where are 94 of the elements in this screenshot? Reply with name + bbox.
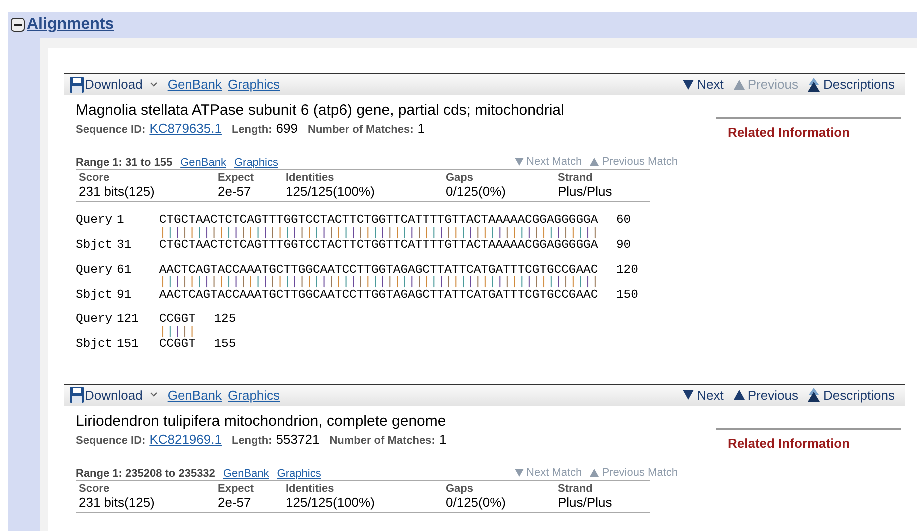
stat-header: Score bbox=[79, 482, 111, 494]
up-triangle-icon bbox=[734, 390, 745, 400]
info-value: 1 bbox=[418, 121, 425, 136]
stat-value: Plus/Plus bbox=[558, 494, 614, 510]
position-number: 155 bbox=[214, 338, 236, 350]
sequence-text: CCGGT bbox=[159, 313, 196, 326]
sequence-text: AACTCAGTACCAAATGCTTGGCAATCCTTGGTAGAGCTTATTCATGATTTCGTGCCGAAC bbox=[159, 288, 598, 301]
stat-value: 125/125(100%) bbox=[286, 184, 376, 199]
stat-value: 0/125(0%) bbox=[446, 184, 507, 199]
info-label: Number of Matches: bbox=[330, 434, 436, 446]
position-number: 120 bbox=[616, 264, 638, 276]
stat-header: Score bbox=[79, 172, 111, 184]
up-triangle-icon bbox=[734, 80, 745, 90]
download-menu[interactable]: Download bbox=[70, 76, 158, 92]
sequence-title: Liriodendron tulipifera mitochondrion, complete genome bbox=[76, 412, 448, 430]
stat-value: 231 bits(125) bbox=[79, 184, 156, 199]
info-label: Sequence ID: bbox=[76, 434, 146, 446]
sequence-id-link[interactable]: KC821969.1 bbox=[150, 432, 222, 446]
info-label: Length: bbox=[232, 124, 272, 136]
sequence-label: Sbjct bbox=[76, 288, 114, 301]
position-number: 90 bbox=[616, 239, 632, 252]
sequence-label: Sbjct bbox=[76, 239, 114, 252]
range-link[interactable]: Graphics bbox=[234, 157, 278, 169]
match-bars: |||||||||||||||||||||||||||||||||||||||||||||||||||||||||||| bbox=[159, 226, 600, 239]
stat-value: Plus/Plus bbox=[558, 184, 614, 199]
toolbar-link[interactable]: Graphics bbox=[228, 388, 280, 402]
position-number: 125 bbox=[214, 313, 236, 326]
down-triangle-icon bbox=[683, 80, 694, 90]
up-triangle-icon bbox=[590, 158, 600, 166]
info-value: 1 bbox=[439, 432, 447, 446]
download-menu[interactable]: Download bbox=[70, 387, 158, 403]
toolbar-link[interactable]: Graphics bbox=[228, 77, 280, 92]
range-label: Range 1: 235208 to 235332 bbox=[76, 468, 216, 480]
stat-value: 2e-57 bbox=[218, 494, 252, 510]
position-number: 31 bbox=[116, 238, 132, 252]
info-label: Number of Matches: bbox=[308, 124, 414, 136]
up-triangle-icon bbox=[590, 468, 600, 476]
next-link[interactable]: Next bbox=[683, 388, 724, 402]
double-up-arrow-icon bbox=[808, 78, 820, 92]
related-information-heading: Related Information bbox=[716, 117, 901, 140]
alignments-link[interactable]: Alignments bbox=[27, 16, 114, 34]
range-link[interactable]: GenBank bbox=[180, 157, 226, 169]
position-number: 151 bbox=[116, 337, 139, 351]
sequence-id-link[interactable]: KC879635.1 bbox=[150, 121, 222, 136]
stat-value: 125/125(100%) bbox=[286, 494, 376, 510]
descriptions-link[interactable]: Descriptions bbox=[808, 77, 895, 92]
stat-header: Identities bbox=[286, 172, 336, 184]
stat-header: Expect bbox=[218, 172, 256, 184]
collapse-icon[interactable] bbox=[11, 18, 25, 32]
toolbar-link[interactable]: GenBank bbox=[168, 388, 222, 402]
stat-header: Expect bbox=[218, 482, 256, 494]
match-bars: ||||| bbox=[159, 326, 196, 338]
sequence-label: Query bbox=[76, 214, 114, 226]
related-information-heading: Related Information bbox=[716, 428, 901, 450]
position-number: 60 bbox=[616, 214, 632, 226]
sequence-text: CCGGT bbox=[159, 338, 196, 350]
down-triangle-icon bbox=[683, 390, 694, 400]
position-number: 121 bbox=[116, 312, 139, 326]
sequence-title: Magnolia stellata ATPase subunit 6 (atp6) gene, partial cds; mitochondrial bbox=[76, 102, 566, 119]
sequence-label: Sbjct bbox=[76, 338, 114, 350]
stat-header: Gaps bbox=[446, 482, 475, 494]
range-link[interactable]: Graphics bbox=[277, 468, 322, 480]
match-bars: |||||||||||||||||||||||||||||||||||||||||||||||||||||||||||| bbox=[159, 276, 600, 288]
stat-header: Gaps bbox=[446, 172, 475, 184]
sequence-text: CTGCTAACTCTCAGTTTGGTCCTACTTCTGGTTCATTTTGTTACTAAAAACGGAGGGGGA bbox=[159, 214, 598, 226]
stat-value: 0/125(0%) bbox=[446, 494, 507, 510]
toolbar-link[interactable]: GenBank bbox=[168, 77, 222, 92]
position-number: 1 bbox=[116, 213, 124, 227]
previous-link[interactable]: Previous bbox=[734, 388, 798, 402]
stat-value: 2e-57 bbox=[218, 184, 252, 199]
caret-icon bbox=[150, 392, 158, 398]
next-link[interactable]: Next bbox=[683, 77, 724, 92]
stat-header: Strand bbox=[558, 482, 594, 494]
caret-icon bbox=[150, 82, 158, 88]
sequence-text: AACTCAGTACCAAATGCTTGGCAATCCTTGGTAGAGCTTATTCATGATTTCGTGCCGAAC bbox=[159, 264, 598, 276]
info-label: Length: bbox=[232, 434, 272, 446]
position-number: 61 bbox=[116, 262, 132, 276]
range-label: Range 1: 31 to 155 bbox=[76, 157, 173, 169]
descriptions-link[interactable]: Descriptions bbox=[808, 388, 895, 402]
position-number: 150 bbox=[616, 288, 638, 301]
position-number: 91 bbox=[116, 288, 132, 302]
info-label: Sequence ID: bbox=[76, 124, 146, 136]
down-triangle-icon bbox=[514, 158, 524, 166]
sequence-text: CTGCTAACTCTCAGTTTGGTCCTACTTCTGGTTCATTTTGTTACTAAAAACGGAGGGGGA bbox=[159, 239, 598, 252]
sequence-label: Query bbox=[76, 313, 114, 326]
stat-value: 231 bits(125) bbox=[79, 494, 156, 510]
info-value: 553721 bbox=[276, 432, 320, 446]
info-value: 699 bbox=[276, 121, 298, 136]
stat-header: Strand bbox=[558, 172, 594, 184]
stat-header: Identities bbox=[286, 482, 336, 494]
down-triangle-icon bbox=[514, 468, 524, 476]
range-link[interactable]: GenBank bbox=[223, 468, 270, 480]
sequence-label: Query bbox=[76, 264, 114, 276]
double-up-arrow-icon bbox=[808, 388, 820, 402]
